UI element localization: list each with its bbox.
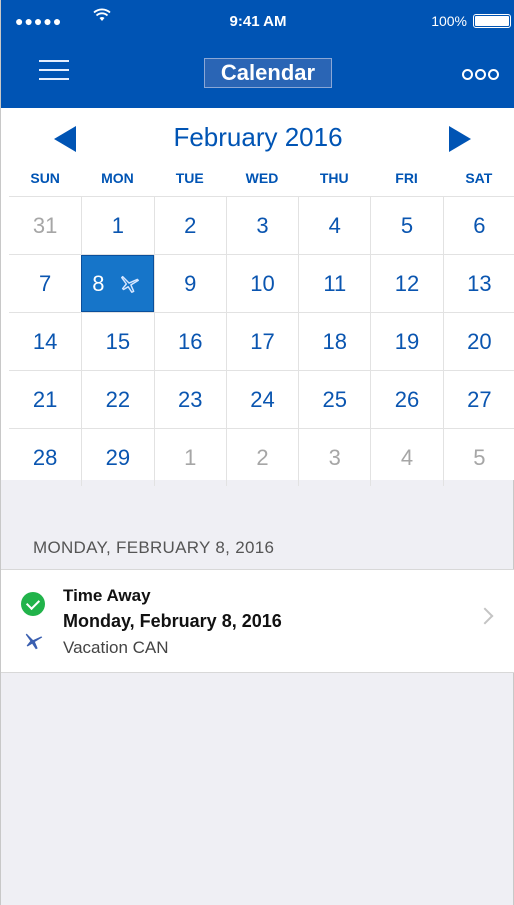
day-cell[interactable]: 16 — [153, 313, 226, 370]
day-cell-selected[interactable]: 8 — [81, 255, 154, 312]
day-cell[interactable]: 20 — [442, 313, 514, 370]
day-cell[interactable]: 28 — [9, 429, 81, 486]
weekday-label: TUE — [175, 170, 204, 186]
day-cell[interactable]: 15 — [81, 313, 153, 370]
battery-icon — [473, 14, 511, 28]
event-subtitle: Vacation CAN — [63, 638, 169, 657]
day-cell[interactable]: 19 — [370, 313, 442, 370]
day-cell[interactable]: 22 — [81, 371, 153, 428]
day-cell[interactable]: 9 — [153, 255, 226, 312]
airplane-icon — [25, 633, 43, 650]
battery-percent: 100% — [431, 13, 467, 29]
header: ●●●●● 9:41 AM 100% Calendar — [1, 0, 514, 108]
event-date: Monday, February 8, 2016 — [63, 611, 282, 631]
airplane-icon — [120, 275, 139, 293]
more-icon[interactable] — [460, 60, 499, 86]
day-cell[interactable]: 2 — [225, 429, 298, 486]
hamburger-icon[interactable] — [39, 58, 69, 82]
day-cell[interactable]: 26 — [370, 371, 442, 428]
month-navigation: February 2016 — [1, 108, 514, 166]
day-cell[interactable]: 6 — [442, 197, 514, 254]
day-cell[interactable]: 4 — [370, 429, 442, 486]
month-label: February 2016 — [173, 122, 343, 152]
event-title: Time Away — [63, 586, 151, 605]
phone-screen: ●●●●● 9:41 AM 100% Calendar February 201… — [0, 0, 514, 905]
week-row: 14 15 16 17 18 19 20 — [9, 312, 514, 370]
day-cell[interactable]: 3 — [225, 197, 298, 254]
approved-check-icon — [21, 592, 45, 616]
status-bar: ●●●●● 9:41 AM 100% — [1, 0, 514, 42]
next-month-icon[interactable] — [449, 126, 471, 152]
day-cell[interactable]: 7 — [9, 255, 81, 312]
day-cell[interactable]: 29 — [81, 429, 153, 486]
day-cell[interactable]: 4 — [298, 197, 370, 254]
selected-day-label: 8 — [92, 270, 105, 296]
weekday-label: WED — [245, 170, 279, 186]
weekday-label: MON — [101, 170, 134, 186]
week-row: 28 29 1 2 3 4 5 — [9, 428, 514, 486]
weekday-label: THU — [319, 170, 349, 186]
day-cell[interactable]: 3 — [298, 429, 370, 486]
week-row: 7 8 9 10 11 12 13 — [9, 254, 514, 312]
weekday-header: SUN MON TUE WED THU FRI SAT — [9, 170, 514, 194]
day-cell[interactable]: 5 — [370, 197, 442, 254]
day-cell[interactable]: 27 — [442, 371, 514, 428]
weekday-label: FRI — [395, 170, 418, 186]
page-title: Calendar — [204, 58, 332, 88]
week-row: 31 1 2 3 4 5 6 — [9, 196, 514, 254]
day-cell[interactable]: 10 — [225, 255, 298, 312]
day-cell[interactable]: 24 — [225, 371, 298, 428]
day-cell[interactable]: 21 — [9, 371, 81, 428]
day-cell[interactable]: 25 — [298, 371, 370, 428]
day-cell[interactable]: 11 — [298, 255, 370, 312]
weekday-label: SAT — [465, 170, 493, 186]
day-cell[interactable]: 1 — [153, 429, 226, 486]
day-cell[interactable]: 17 — [225, 313, 298, 370]
day-cell[interactable]: 13 — [442, 255, 514, 312]
day-cell[interactable]: 14 — [9, 313, 81, 370]
day-cell[interactable]: 18 — [298, 313, 370, 370]
event-row[interactable]: Time Away Monday, February 8, 2016 Vacat… — [1, 569, 514, 673]
day-cell[interactable]: 5 — [442, 429, 514, 486]
day-cell[interactable]: 31 — [9, 197, 81, 254]
weekday-label: SUN — [30, 170, 60, 186]
chevron-right-icon — [476, 607, 494, 625]
day-cell[interactable]: 1 — [81, 197, 153, 254]
calendar: February 2016 SUN MON TUE WED THU FRI SA… — [1, 108, 514, 486]
day-cell[interactable]: 23 — [153, 371, 226, 428]
day-cell[interactable]: 2 — [153, 197, 226, 254]
agenda-date-heading: MONDAY, FEBRUARY 8, 2016 — [33, 538, 275, 557]
week-row: 21 22 23 24 25 26 27 — [9, 370, 514, 428]
day-cell[interactable]: 12 — [370, 255, 442, 312]
day-grid: 31 1 2 3 4 5 6 7 8 9 10 11 12 13 14 15 1… — [9, 196, 514, 486]
